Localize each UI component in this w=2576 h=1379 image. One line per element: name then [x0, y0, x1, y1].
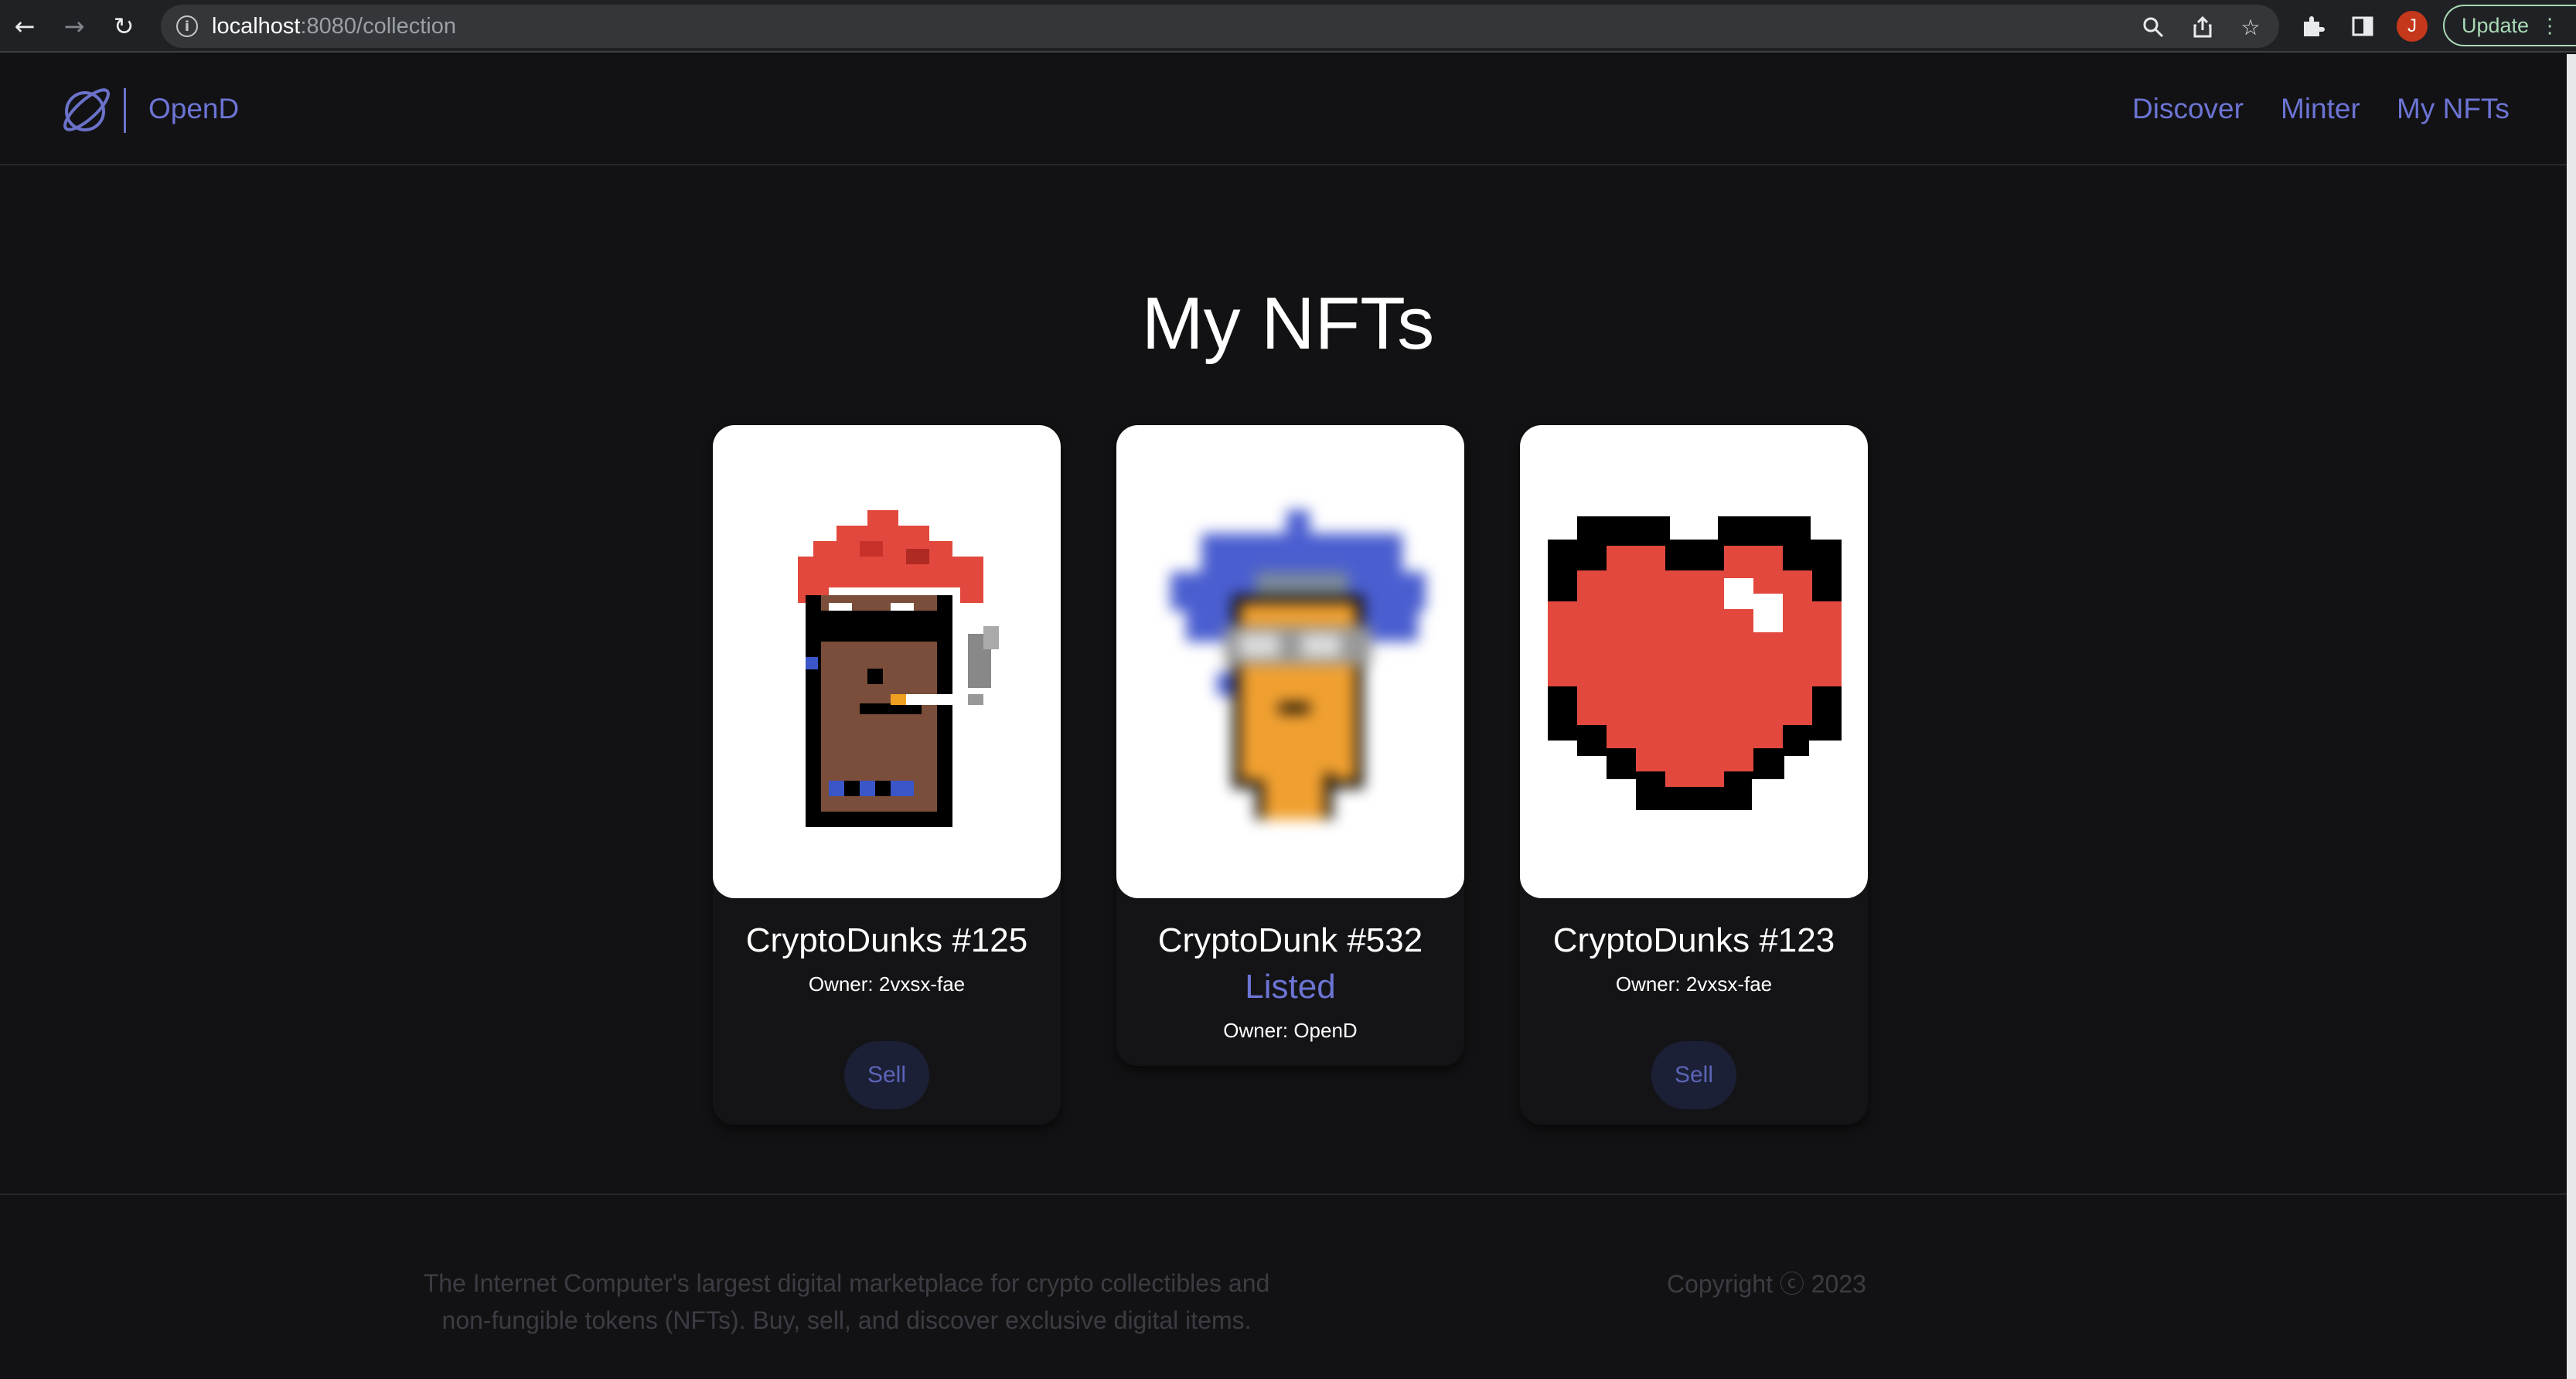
url-path: :8080/collection: [300, 14, 456, 39]
brand-name[interactable]: OpenD: [148, 93, 239, 125]
zoom-icon[interactable]: [2140, 14, 2166, 40]
punk-red-hair-image: [798, 510, 999, 827]
punk-blue-hair-image: [1170, 510, 1426, 819]
extensions-puzzle-icon[interactable]: [2298, 11, 2329, 42]
update-button[interactable]: Update ⋮: [2443, 5, 2576, 46]
profile-avatar[interactable]: J: [2397, 11, 2428, 42]
footer-copyright: Copyright ⓒ 2023: [1667, 1270, 1866, 1298]
browser-toolbar: ← → ↻ i localhost:8080/collection ☆ J Up…: [0, 0, 2576, 53]
sell-button[interactable]: Sell: [1651, 1041, 1736, 1109]
url-host: localhost: [212, 14, 301, 39]
nav-discover[interactable]: Discover: [2132, 93, 2244, 125]
nft-image[interactable]: [1116, 425, 1464, 898]
nav-minter[interactable]: Minter: [2281, 93, 2360, 125]
app-header: OpenD Discover Minter My NFTs: [0, 54, 2567, 165]
nft-owner: Owner: 2vxsx-fae: [808, 972, 966, 996]
reload-icon[interactable]: ↻: [105, 8, 142, 45]
forward-arrow-icon[interactable]: →: [56, 8, 93, 45]
nft-card[interactable]: CryptoDunk #532 Listed Owner: OpenD: [1116, 425, 1464, 1066]
address-bar[interactable]: i localhost:8080/collection ☆: [161, 5, 2279, 48]
nft-name: CryptoDunk #532: [1157, 921, 1423, 959]
sell-button[interactable]: Sell: [844, 1041, 929, 1109]
nft-image[interactable]: [713, 425, 1061, 898]
share-icon[interactable]: [2189, 14, 2216, 40]
back-arrow-icon[interactable]: ←: [6, 8, 43, 45]
scrollbar-edge: [2567, 54, 2576, 1379]
url-text[interactable]: localhost:8080/collection: [212, 14, 456, 39]
nft-name: CryptoDunks #123: [1552, 921, 1835, 959]
more-menu-icon[interactable]: ⋮: [2540, 14, 2560, 38]
nft-card[interactable]: CryptoDunks #125 Owner: 2vxsx-fae Sell: [713, 425, 1061, 1125]
pixel-heart-image: [1548, 516, 1842, 810]
page-title: My NFTs: [1141, 282, 1435, 366]
footer-description: The Internet Computer's largest digital …: [423, 1269, 1270, 1334]
planet-logo-icon[interactable]: [57, 83, 119, 138]
update-label: Update: [2462, 13, 2530, 37]
nav-my-nfts[interactable]: My NFTs: [2397, 93, 2510, 125]
nft-owner: Owner: 2vxsx-fae: [1615, 972, 1773, 996]
bookmark-star-icon[interactable]: ☆: [2237, 14, 2264, 40]
nft-name: CryptoDunks #125: [745, 921, 1028, 959]
side-panel-icon[interactable]: [2347, 11, 2378, 42]
nft-image[interactable]: [1520, 425, 1868, 898]
nft-owner: Owner: OpenD: [1223, 1019, 1358, 1042]
nft-card[interactable]: CryptoDunks #123 Owner: 2vxsx-fae Sell: [1520, 425, 1868, 1125]
site-info-icon[interactable]: i: [176, 15, 198, 37]
logo-divider: [124, 88, 126, 133]
listed-status: Listed: [1245, 968, 1336, 1006]
footer-divider: [0, 1193, 2567, 1195]
